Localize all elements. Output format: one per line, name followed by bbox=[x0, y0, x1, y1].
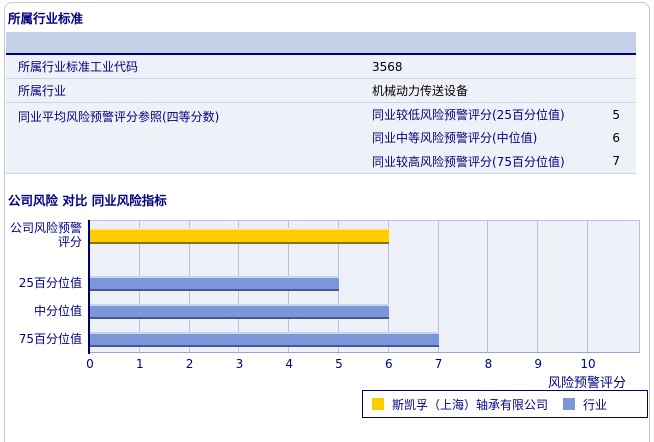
gridline bbox=[537, 221, 539, 352]
chart-legend: 斯凯孚（上海）轴承有限公司 行业 bbox=[362, 390, 648, 418]
x-tick-7: 7 bbox=[434, 357, 443, 371]
x-tick-4: 4 bbox=[285, 357, 293, 371]
x-tick-10: 10 bbox=[580, 357, 596, 371]
subrow-label-medium: 同业中等风险预警评分(中位值) bbox=[372, 131, 538, 146]
subrow-value-medium: 6 bbox=[612, 130, 620, 145]
industry-standard-table: 所属行业标准工业代码 3568 所属行业 机械动力传送设备 同业平均风险预警评分… bbox=[6, 32, 636, 174]
table-header-band bbox=[6, 32, 636, 55]
x-tick-1: 1 bbox=[135, 357, 144, 371]
row-label-industry-code: 所属行业标准工业代码 bbox=[18, 60, 139, 74]
section-title-industry-standard: 所属行业标准 bbox=[8, 11, 84, 26]
category-label-3: 75百分位值 bbox=[18, 331, 82, 346]
category-label-2: 中分位值 bbox=[33, 303, 82, 318]
table-row-peer-scores: 同业平均风险预警评分参照(四等分数) 同业较低风险预警评分(25百分位值) 5 … bbox=[6, 103, 636, 174]
subrow-75th-percentile: 同业较高风险预警评分(75百分位值) 7 bbox=[372, 150, 636, 173]
y-axis-line bbox=[88, 220, 90, 354]
subrow-25th-percentile: 同业较低风险预警评分(25百分位值) 5 bbox=[372, 103, 636, 126]
x-tick-3: 3 bbox=[235, 357, 244, 371]
x-tick-8: 8 bbox=[484, 357, 493, 371]
row-label-industry: 所属行业 bbox=[18, 84, 67, 98]
bar-industry-1 bbox=[90, 276, 339, 291]
legend-label-company: 斯凯孚（上海）轴承有限公司 bbox=[392, 397, 549, 412]
x-tick-2: 2 bbox=[185, 357, 194, 371]
table-row: 所属行业 机械动力传送设备 bbox=[6, 79, 636, 103]
legend-swatch-company bbox=[372, 398, 384, 410]
x-tick-9: 9 bbox=[534, 357, 542, 371]
subrow-label-low: 同业较低风险预警评分(25百分位值) bbox=[372, 108, 565, 123]
row-value-industry-code: 3568 bbox=[372, 59, 403, 74]
x-tick-6: 6 bbox=[384, 357, 393, 371]
category-label-0: 公司风险预警评分 bbox=[9, 221, 82, 249]
bar-industry-2 bbox=[90, 304, 389, 319]
bar-industry-3 bbox=[90, 332, 439, 347]
x-axis-title: 风险预警评分 bbox=[547, 376, 626, 391]
row-label-peer-average: 同业平均风险预警评分参照(四等分数) bbox=[18, 110, 220, 124]
plot-area bbox=[90, 220, 640, 353]
legend-label-industry: 行业 bbox=[583, 397, 608, 412]
subrow-value-high: 7 bbox=[612, 154, 620, 169]
gridline bbox=[487, 221, 489, 352]
x-tick-5: 5 bbox=[335, 357, 343, 371]
subrow-median: 同业中等风险预警评分(中位值) 6 bbox=[372, 126, 636, 149]
section-title-risk-comparison: 公司风险 对比 同业风险指标 bbox=[8, 193, 167, 208]
legend-swatch-industry bbox=[563, 398, 576, 410]
subrow-label-high: 同业较高风险预警评分(75百分位值) bbox=[372, 154, 565, 169]
bar-company-0 bbox=[90, 228, 389, 244]
subrow-value-low: 5 bbox=[612, 107, 620, 122]
category-label-1: 25百分位值 bbox=[18, 275, 82, 290]
table-row: 所属行业标准工业代码 3568 bbox=[6, 55, 636, 79]
peer-score-subrows: 同业较低风险预警评分(25百分位值) 5 同业中等风险预警评分(中位值) 6 同… bbox=[372, 103, 636, 173]
row-value-industry: 机械动力传送设备 bbox=[372, 84, 469, 98]
chart-category-axis: 公司风险预警评分 25百分位值中分位值 75百分位值 bbox=[0, 220, 82, 354]
x-tick-0: 0 bbox=[86, 357, 94, 371]
gridline bbox=[587, 221, 588, 352]
